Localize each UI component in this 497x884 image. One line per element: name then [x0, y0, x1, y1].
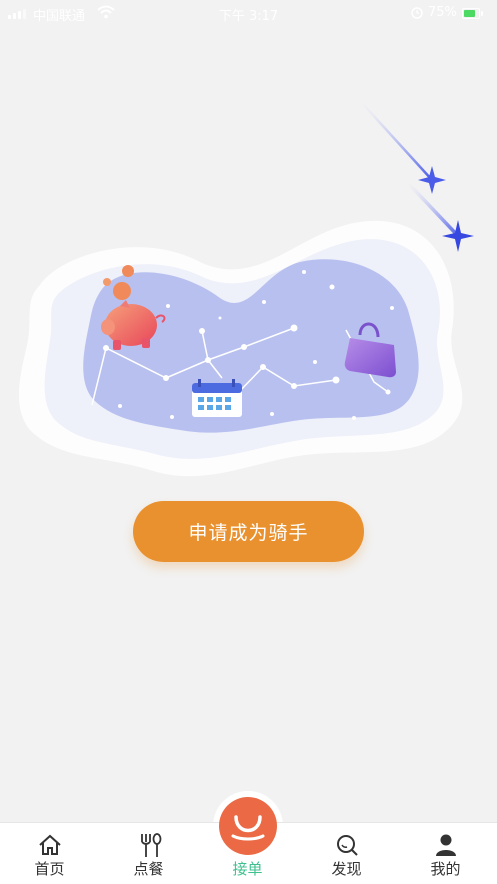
alarm-icon	[410, 5, 424, 23]
tab-home[interactable]: 首页	[0, 823, 99, 884]
battery-percent: 75%	[428, 5, 457, 20]
tab-profile[interactable]: 我的	[396, 823, 495, 884]
accept-order-center-button[interactable]	[219, 797, 277, 855]
calendar-icon	[192, 379, 242, 417]
status-bar: 中国联通 下午 3:17 75%	[0, 0, 497, 26]
tab-profile-label: 我的	[430, 860, 461, 878]
tab-discover-label: 发现	[331, 860, 362, 878]
discover-icon	[334, 833, 360, 857]
battery-icon	[462, 8, 483, 19]
utensils-icon	[136, 833, 162, 857]
tab-order-food-label: 点餐	[133, 860, 164, 878]
profile-icon	[433, 833, 459, 857]
rider-illustration	[18, 102, 474, 477]
tab-home-label: 首页	[34, 860, 65, 878]
tab-accept-orders-label: 接单	[232, 860, 263, 878]
tab-order-food[interactable]: 点餐	[99, 823, 198, 884]
apply-rider-button[interactable]: 申请成为骑手	[133, 501, 364, 562]
home-icon	[37, 833, 63, 857]
order-icon	[231, 815, 265, 841]
tab-discover[interactable]: 发现	[297, 823, 396, 884]
